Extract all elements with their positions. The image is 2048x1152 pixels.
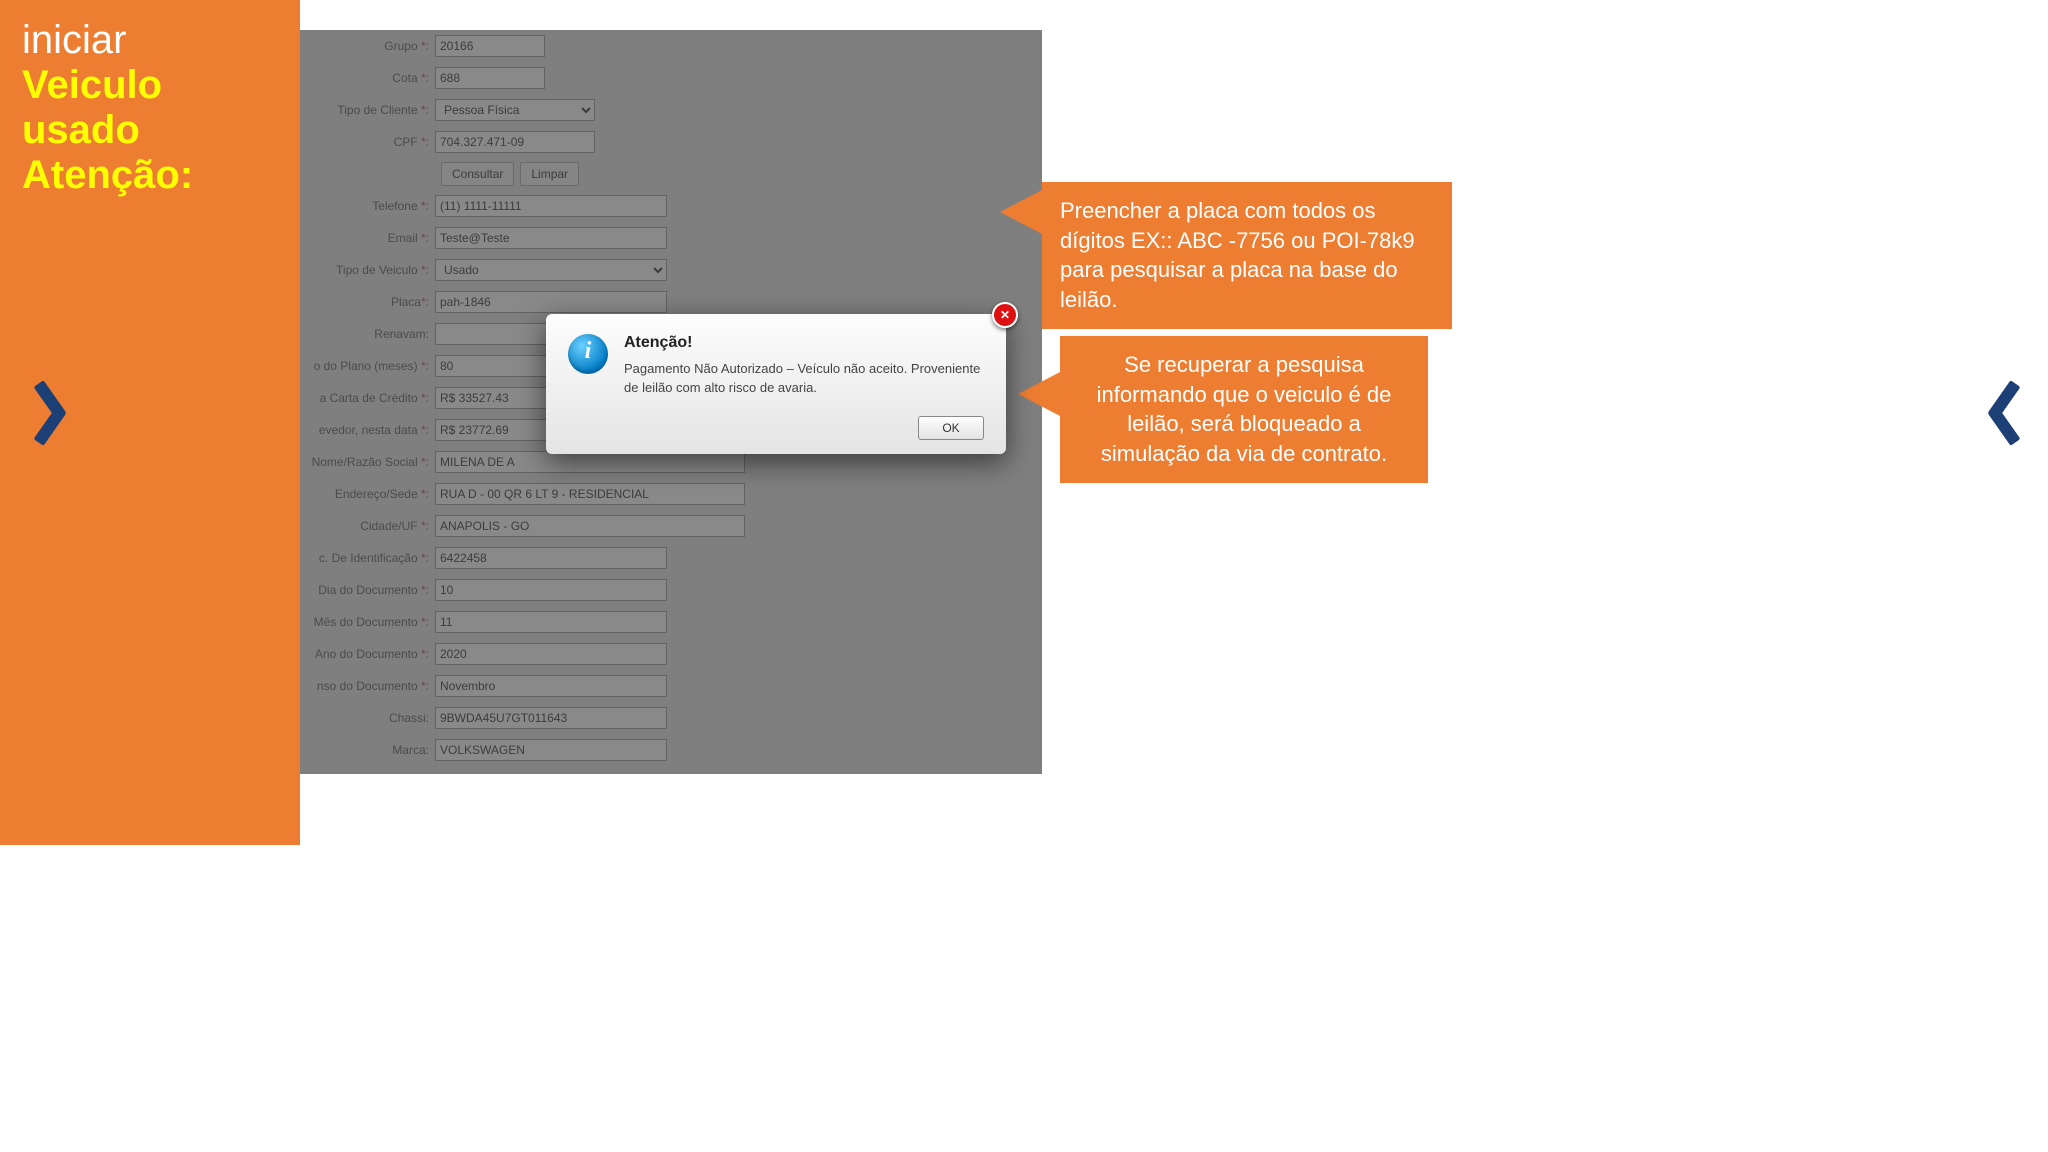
- input-grupo[interactable]: [435, 35, 545, 57]
- label-chassi: Chassi:: [300, 711, 435, 725]
- row-ano: Ano do Documento *:: [300, 638, 1042, 670]
- label-ano: Ano do Documento *:: [300, 647, 435, 661]
- label-plano: o do Plano (meses) *:: [300, 359, 435, 373]
- chevron-right-icon: [1994, 380, 2028, 444]
- label-ident: c. De Identificação *:: [300, 551, 435, 565]
- input-telefone[interactable]: [435, 195, 667, 217]
- input-dia[interactable]: [435, 579, 667, 601]
- title-line3: Atenção:: [22, 153, 278, 198]
- prev-slide-button[interactable]: [26, 380, 60, 444]
- input-ano[interactable]: [435, 643, 667, 665]
- input-endereco[interactable]: [435, 483, 745, 505]
- row-cota: Cota *:: [300, 62, 1042, 94]
- row-mes: Mês do Documento *:: [300, 606, 1042, 638]
- input-nome[interactable]: [435, 451, 745, 473]
- label-extenso: nso do Documento *:: [300, 679, 435, 693]
- row-endereco: Endereço/Sede *:: [300, 478, 1042, 510]
- label-placa: Placa*:: [300, 295, 435, 309]
- label-renavam: Renavam:: [300, 327, 435, 341]
- row-chassi: Chassi:: [300, 702, 1042, 734]
- ok-button[interactable]: OK: [918, 416, 984, 440]
- input-extenso[interactable]: [435, 675, 667, 697]
- callout-placa-text: Preencher a placa com todos os dígitos E…: [1060, 198, 1415, 312]
- info-icon: [568, 334, 608, 374]
- title-line1: iniciar: [22, 18, 278, 63]
- label-carta: a Carta de Crédito *:: [300, 391, 435, 405]
- label-tipo-cliente: Tipo de Cliente *:: [300, 103, 435, 117]
- callout-leilao: Se recuperar a pesquisa informando que o…: [1060, 336, 1428, 483]
- callout-leilao-text: Se recuperar a pesquisa informando que o…: [1097, 352, 1392, 466]
- consultar-button[interactable]: Consultar: [441, 162, 514, 186]
- input-email[interactable]: [435, 227, 667, 249]
- row-email: Email *:: [300, 222, 1042, 254]
- row-marca: Marca:: [300, 734, 1042, 766]
- label-email: Email *:: [300, 231, 435, 245]
- chevron-left-icon: [26, 380, 60, 444]
- input-marca[interactable]: [435, 739, 667, 761]
- dialog-message: Pagamento Não Autorizado – Veículo não a…: [624, 360, 984, 398]
- select-tipo-veiculo[interactable]: Usado: [435, 259, 667, 281]
- label-endereco: Endereço/Sede *:: [300, 487, 435, 501]
- alert-dialog: Atenção! Pagamento Não Autorizado – Veíc…: [546, 314, 1006, 454]
- dialog-title: Atenção!: [624, 334, 984, 352]
- callout-placa: Preencher a placa com todos os dígitos E…: [1042, 182, 1452, 329]
- row-dia: Dia do Documento *:: [300, 574, 1042, 606]
- label-marca: Marca:: [300, 743, 435, 757]
- input-mes[interactable]: [435, 611, 667, 633]
- select-tipo-cliente[interactable]: Pessoa Física: [435, 99, 595, 121]
- title-line2: Veiculo usado: [22, 63, 278, 153]
- limpar-button[interactable]: Limpar: [520, 162, 579, 186]
- input-cota[interactable]: [435, 67, 545, 89]
- label-devedor: evedor, nesta data *:: [300, 423, 435, 437]
- label-cota: Cota *:: [300, 71, 435, 85]
- row-buttons: Consultar Limpar: [441, 158, 1042, 190]
- label-grupo: Grupo *:: [300, 39, 435, 53]
- input-chassi[interactable]: [435, 707, 667, 729]
- row-tipo-veiculo: Tipo de Veiculo *: Usado: [300, 254, 1042, 286]
- input-ident[interactable]: [435, 547, 667, 569]
- row-cpf: CPF *:: [300, 126, 1042, 158]
- row-ident: c. De Identificação *:: [300, 542, 1042, 574]
- label-tipo-veiculo: Tipo de Veiculo *:: [300, 263, 435, 277]
- label-dia: Dia do Documento *:: [300, 583, 435, 597]
- input-cpf[interactable]: [435, 131, 595, 153]
- input-placa[interactable]: [435, 291, 667, 313]
- next-slide-button[interactable]: [1994, 380, 2028, 444]
- label-cpf: CPF *:: [300, 135, 435, 149]
- label-cidade: Cidade/UF *:: [300, 519, 435, 533]
- input-cidade[interactable]: [435, 515, 745, 537]
- label-mes: Mês do Documento *:: [300, 615, 435, 629]
- label-nome: Nome/Razão Social *:: [300, 455, 435, 469]
- row-grupo: Grupo *:: [300, 30, 1042, 62]
- row-tipo-cliente: Tipo de Cliente *: Pessoa Física: [300, 94, 1042, 126]
- row-extenso: nso do Documento *:: [300, 670, 1042, 702]
- close-icon[interactable]: [992, 302, 1018, 328]
- label-telefone: Telefone *:: [300, 199, 435, 213]
- row-telefone: Telefone *:: [300, 190, 1042, 222]
- row-cidade: Cidade/UF *:: [300, 510, 1042, 542]
